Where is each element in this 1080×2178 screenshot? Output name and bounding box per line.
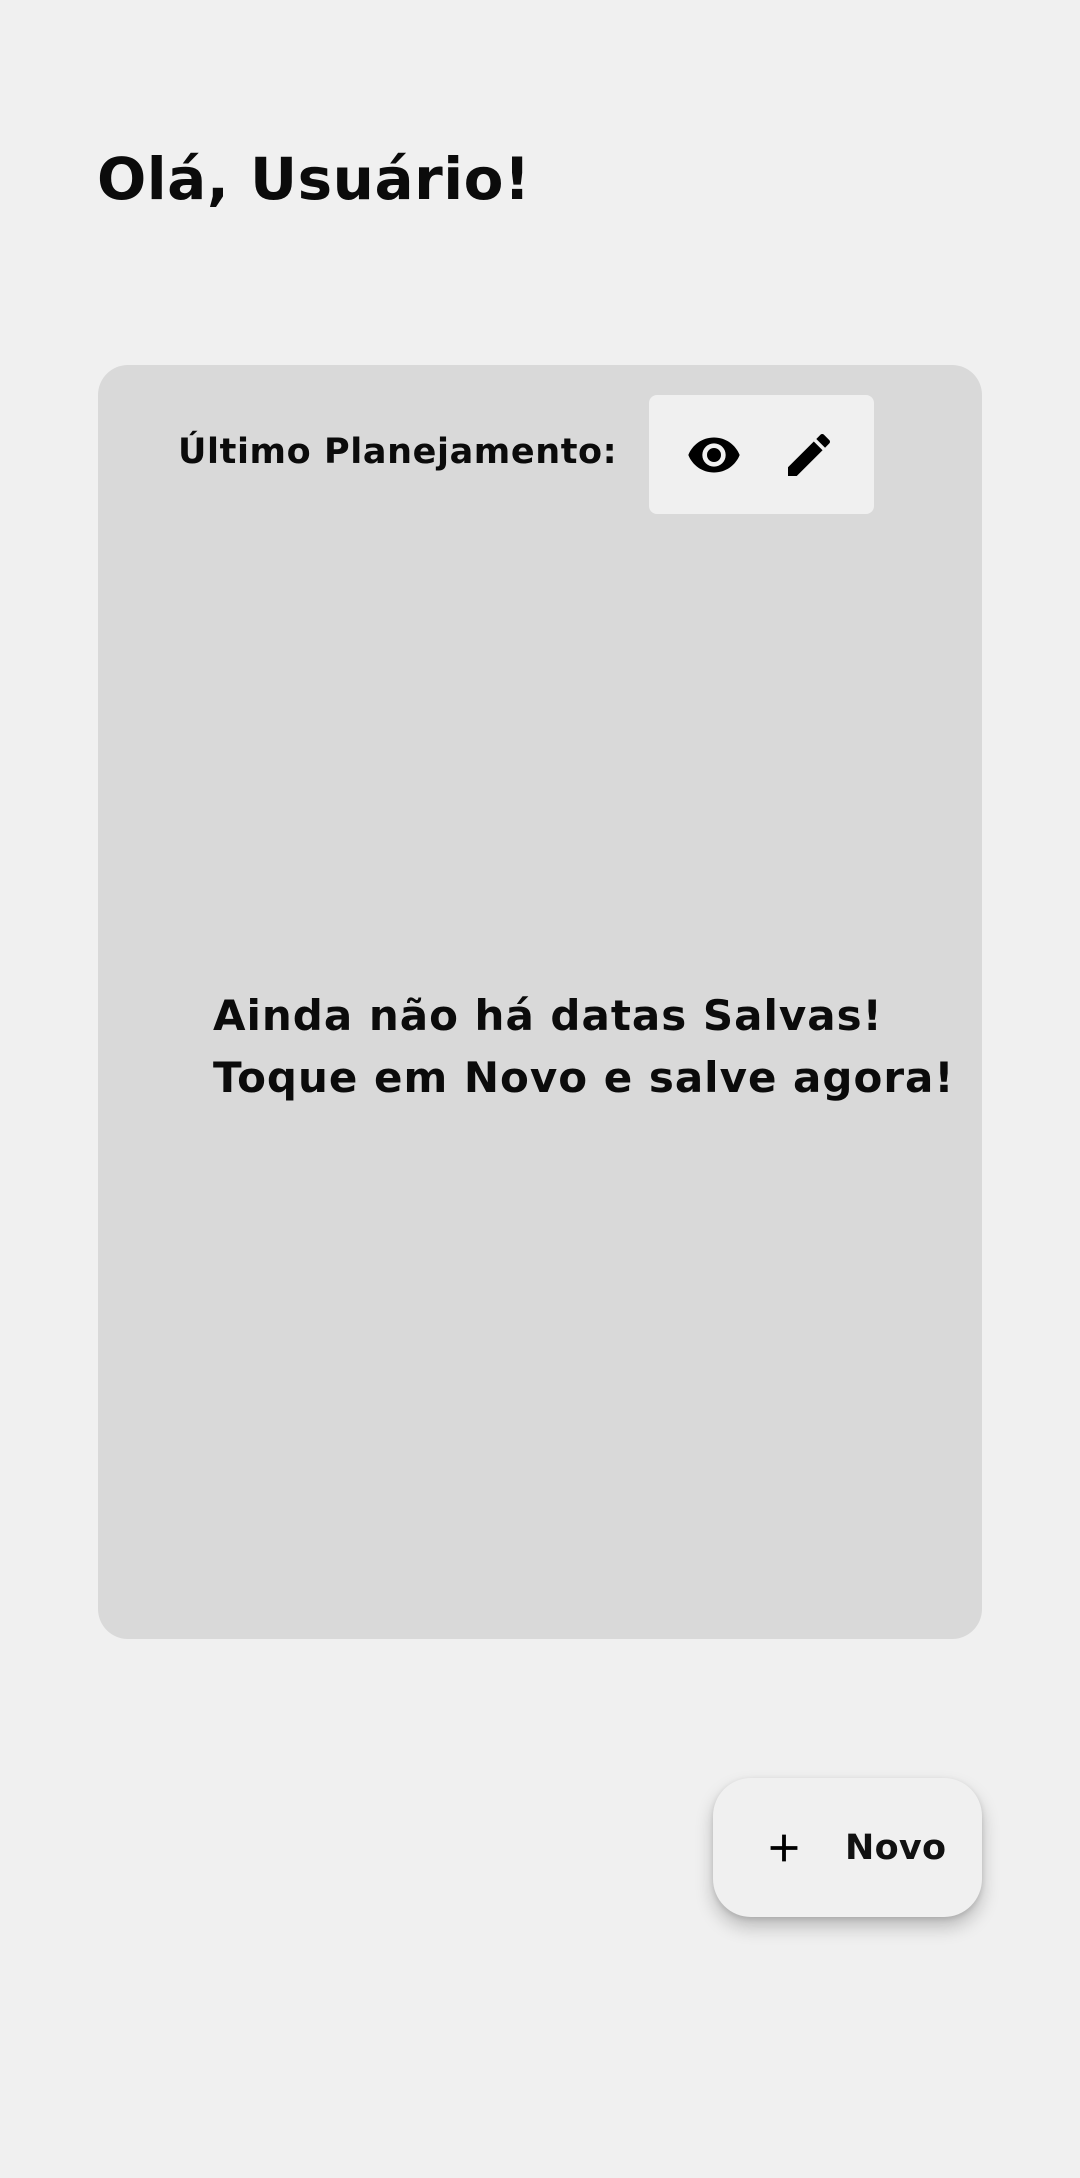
greeting-title: Olá, Usuário!: [97, 145, 531, 213]
edit-button[interactable]: [777, 423, 841, 487]
view-button[interactable]: [682, 423, 746, 487]
empty-state-message: Ainda não há datas Salvas! Toque em Novo…: [213, 985, 955, 1109]
pencil-icon: [787, 433, 830, 476]
empty-state-line-2: Toque em Novo e salve agora!: [213, 1053, 955, 1102]
plus-icon: [770, 1834, 798, 1861]
card-title: Último Planejamento:: [178, 432, 618, 472]
card-actions: [649, 395, 874, 514]
new-button-label: Novo: [845, 1827, 947, 1868]
eye-icon: [688, 437, 740, 472]
last-planning-card: Último Planejamento: Ainda não há datas …: [98, 365, 982, 1639]
empty-state-line-1: Ainda não há datas Salvas!: [213, 991, 883, 1040]
new-button[interactable]: Novo: [713, 1778, 982, 1917]
home-screen: Olá, Usuário! Último Planejamento: Ainda…: [0, 0, 1080, 2178]
